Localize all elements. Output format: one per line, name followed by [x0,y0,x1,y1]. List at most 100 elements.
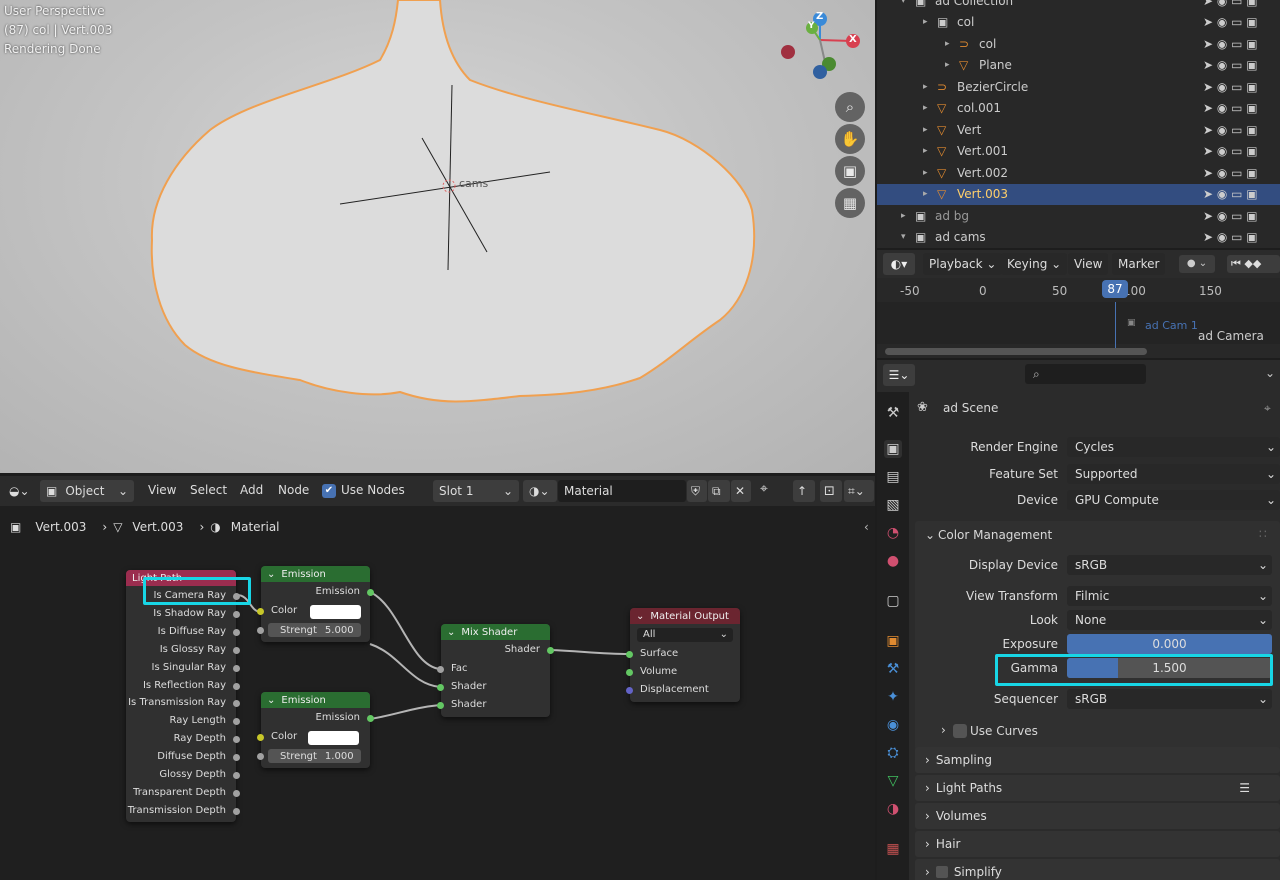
world-tab-icon[interactable]: ● [884,552,902,570]
output-socket[interactable] [233,593,240,600]
material-output-node[interactable]: ⌄ Material Output All ⌄ Surface Volume Dis… [626,608,740,702]
expand-chevron-icon[interactable]: ▸ [901,211,906,221]
outliner-item-label[interactable]: Vert.003 [957,187,1008,201]
outliner-row[interactable]: ▸ ▽ Plane ➤ ◉ ▭ ▣ [877,55,1280,76]
visibility-toggles[interactable]: ➤ ◉ ▭ ▣ [1203,166,1258,180]
chevron-down-icon[interactable]: ⌄ [925,528,935,542]
properties-editor[interactable]: ☰⌄ ⌕ ⌄ ⚒ ▣ ▤ ▧ ◔ ● ▢ ▣ ⚒ ✦ ◉ ⛭ ▽ ◑ ▦ ❀ a… [877,360,1280,880]
visibility-toggles[interactable]: ➤ ◉ ▭ ▣ [1203,58,1258,72]
outliner-item-label[interactable]: col [957,15,974,29]
tool-tab-icon[interactable]: ⚒ [884,404,902,422]
outliner-row[interactable]: ▾ ▣ ad Collection ➤ ◉ ▭ ▣ [877,0,1280,11]
output-socket[interactable] [233,772,240,779]
physics-tab-icon[interactable]: ◉ [884,716,902,734]
playback-controls[interactable]: ⏮ ◆◆ [1227,255,1280,273]
light-paths-panel[interactable]: › Light Paths ☰ [915,775,1280,801]
expand-chevron-icon[interactable]: ▸ [923,125,928,135]
color-swatch[interactable] [310,605,361,619]
input-socket[interactable] [437,702,444,709]
output-socket[interactable] [367,589,374,596]
visibility-toggles[interactable]: ➤ ◉ ▭ ▣ [1203,187,1258,201]
scene-tab-icon[interactable]: ◔ [884,524,902,542]
view-layer-tab-icon[interactable]: ▧ [884,496,902,514]
input-socket[interactable] [257,627,264,634]
marker-menu[interactable]: Marker [1112,253,1166,275]
expand-chevron-icon[interactable]: ▸ [923,168,928,178]
emission-node[interactable]: ⌄ Emission Emission Color Strengt 5.000 [257,566,374,642]
output-socket[interactable] [233,789,240,797]
outliner-row[interactable]: ▸ ▽ Vert.001 ➤ ◉ ▭ ▣ [877,141,1280,162]
camera-icon[interactable]: ▣ [835,156,865,186]
sequencer-dropdown[interactable]: sRGB ⌄ [1067,689,1272,709]
outliner-row[interactable]: ▸ ▣ col ➤ ◉ ▭ ▣ [877,12,1280,33]
grid-icon[interactable]: ▦ [835,188,865,218]
input-socket[interactable] [626,651,633,658]
marker-label[interactable]: ad Cam 1 [1145,319,1198,332]
render-tab-icon[interactable]: ▣ [884,440,902,458]
expand-chevron-icon[interactable]: ▸ [923,146,928,156]
target-dropdown[interactable]: All ⌄ [637,628,733,642]
keyframe-record-button[interactable]: ● ⌄ [1179,255,1215,273]
gizmo-z-label[interactable]: Z [816,11,823,22]
expand-chevron-icon[interactable]: ▸ [923,82,928,92]
marker-label[interactable]: ad Camera [1198,329,1264,343]
visibility-toggles[interactable]: ➤ ◉ ▭ ▣ [1203,15,1258,29]
outliner-item-label[interactable]: Vert.002 [957,166,1008,180]
expand-chevron-icon[interactable]: ▸ [923,17,928,27]
view-transform-dropdown[interactable]: Filmic ⌄ [1067,586,1272,606]
pin-icon[interactable]: ⌖ [1264,401,1271,416]
input-socket[interactable] [257,734,264,741]
input-socket[interactable] [626,687,633,694]
strength-field[interactable]: Strengt 1.000 [268,749,361,763]
outliner-item-label[interactable]: Plane [979,58,1012,72]
volumes-panel[interactable]: › Volumes [915,803,1280,829]
collapse-icon[interactable]: ⌄ [267,569,275,580]
3d-viewport[interactable]: User Perspective (87) col | Vert.003 Ren… [0,0,875,473]
outliner-row[interactable]: ▸ ⊃ BezierCircle ➤ ◉ ▭ ▣ [877,76,1280,97]
device-dropdown[interactable]: GPU Compute ⌄ [1067,490,1280,510]
display-device-dropdown[interactable]: sRGB ⌄ [1067,555,1272,575]
outliner-item-label[interactable]: col [979,37,996,51]
strength-field[interactable]: Strengt 5.000 [268,623,361,637]
expand-chevron-icon[interactable]: ▸ [923,103,928,113]
simplify-checkbox[interactable] [935,866,948,878]
expand-chevron-icon[interactable]: ▾ [901,0,906,6]
outliner-item-label[interactable]: Vert [957,123,981,137]
output-socket[interactable] [233,807,240,815]
use-curves-checkbox[interactable] [953,724,967,738]
particles-tab-icon[interactable]: ✦ [884,688,902,706]
mix-shader-node[interactable]: ⌄ Mix Shader Shader Fac Shader Shader [437,624,554,717]
visibility-toggles[interactable]: ➤ ◉ ▭ ▣ [1203,80,1258,94]
visibility-toggles[interactable]: ➤ ◉ ▭ ▣ [1203,209,1258,223]
visibility-toggles[interactable]: ➤ ◉ ▭ ▣ [1203,230,1258,244]
output-tab-icon[interactable]: ▤ [884,468,902,486]
view-menu[interactable]: View [1068,253,1109,275]
visibility-toggles[interactable]: ➤ ◉ ▭ ▣ [1203,0,1258,8]
outliner-row[interactable]: ▸ ▽ Vert.002 ➤ ◉ ▭ ▣ [877,162,1280,183]
outliner[interactable]: ▾ ▣ ad Collection ➤ ◉ ▭ ▣ ▸ ▣ col ➤ ◉ ▭ ▣ ▸ ⊃ col ➤… [877,0,1280,248]
outliner-row[interactable]: ▸ ▣ ad bg ➤ ◉ ▭ ▣ [877,205,1280,226]
expand-chevron-icon[interactable]: ▸ [945,60,950,70]
outliner-row[interactable]: ▸ ⊃ col ➤ ◉ ▭ ▣ [877,33,1280,54]
outliner-item-label[interactable]: ad Collection [935,0,1013,8]
simplify-panel[interactable]: › Simplify [915,859,1280,880]
visibility-toggles[interactable]: ➤ ◉ ▭ ▣ [1203,101,1258,115]
gizmo-x-label[interactable]: X [849,34,857,45]
outliner-item-label[interactable]: ad cams [935,230,986,244]
zoom-icon[interactable]: ⌕ [835,92,865,122]
outliner-row[interactable]: ▸ ▽ Vert ➤ ◉ ▭ ▣ [877,119,1280,140]
shader-node-editor[interactable]: ◒⌄ ▣ Object ⌄ View Select Add Node ✔ Use N… [0,476,875,880]
search-icon[interactable]: ⌕ [1025,364,1146,384]
output-socket[interactable] [367,715,374,722]
emission-node[interactable]: ⌄ Emission Emission Color Strengt 1.000 [257,692,374,768]
outliner-item-label[interactable]: BezierCircle [957,80,1028,94]
color-management-header[interactable]: Color Management [938,528,1052,542]
input-socket[interactable] [437,666,444,673]
expand-chevron-icon[interactable]: ▾ [901,232,906,242]
output-socket[interactable] [233,664,240,672]
hair-panel[interactable]: › Hair [915,831,1280,857]
exposure-slider[interactable]: 0.000 [1067,634,1272,654]
expand-chevron-icon[interactable]: ▸ [923,189,928,199]
keying-menu[interactable]: Keying ⌄ [1001,253,1068,275]
constraints-tab-icon[interactable]: ⛭ [884,744,902,762]
